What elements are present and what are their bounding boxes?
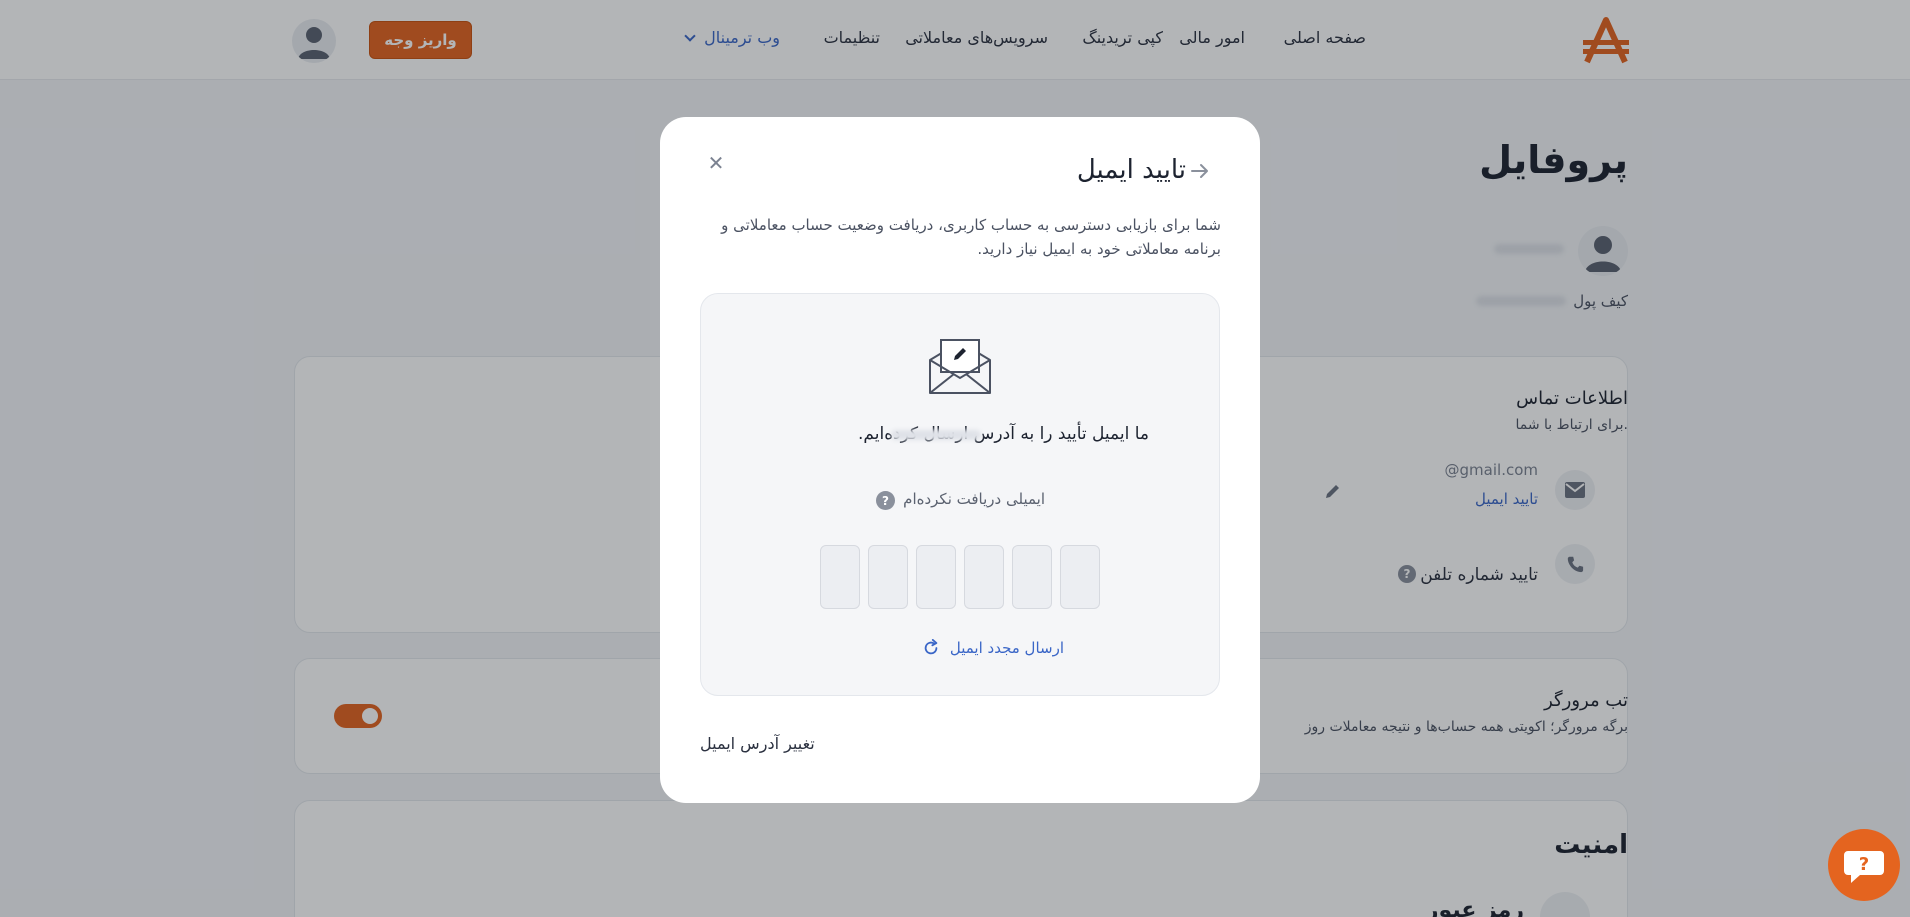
verify-box: ما ایمیل تأیید را به آدرس ارسال کرده‌ایم… (700, 293, 1220, 696)
help-icon[interactable]: ? (876, 491, 895, 510)
svg-text:?: ? (1859, 854, 1869, 875)
blurred-email (891, 430, 981, 440)
code-digit-input[interactable] (964, 545, 1004, 609)
code-digit-input[interactable] (916, 545, 956, 609)
code-digit-input[interactable] (820, 545, 860, 609)
change-email-link[interactable]: تغییر آدرس ایمیل (700, 734, 815, 753)
code-digit-input[interactable] (1012, 545, 1052, 609)
modal-title: تایید ایمیل (1076, 155, 1186, 185)
resend-email-button[interactable]: ارسال مجدد ایمیل (922, 639, 1064, 657)
close-icon[interactable]: ✕ (706, 151, 726, 175)
support-button[interactable]: ? (1828, 829, 1900, 901)
email-verify-modal: ✕ تایید ایمیل شما برای بازیابی دسترسی به… (660, 117, 1260, 803)
not-received-label[interactable]: ایمیلی دریافت نکرده‌ام (903, 490, 1045, 508)
refresh-icon (924, 639, 938, 655)
envelope-icon (929, 339, 991, 394)
code-digit-input[interactable] (868, 545, 908, 609)
code-digit-input[interactable] (1060, 545, 1100, 609)
support-question-icon: ? (1844, 851, 1884, 883)
code-input-row (820, 545, 1100, 609)
resend-email-label: ارسال مجدد ایمیل (949, 639, 1064, 657)
modal-description: شما برای بازیابی دسترسی به حساب کاربری، … (721, 216, 1221, 258)
arrow-right-icon[interactable] (1190, 161, 1210, 181)
sent-message: ما ایمیل تأیید را به آدرس ارسال کرده‌ایم… (858, 424, 1149, 444)
